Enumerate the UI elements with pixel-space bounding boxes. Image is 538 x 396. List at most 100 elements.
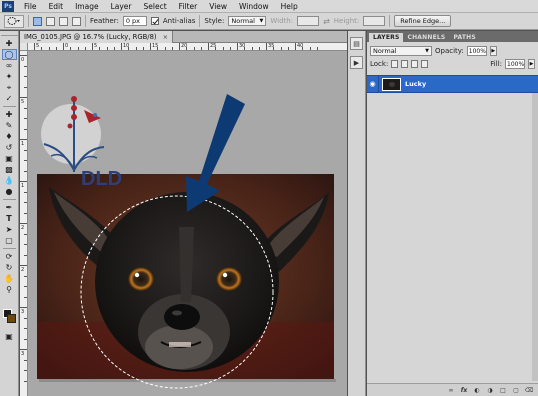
history-panel-icon[interactable]: ▤: [350, 37, 363, 50]
menu-window[interactable]: Window: [233, 2, 275, 11]
tool-preset-picker[interactable]: [4, 14, 24, 28]
ruler-tick: [200, 47, 202, 50]
eye-icon[interactable]: ◉: [367, 75, 379, 93]
clone-stamp-tool-icon[interactable]: ♦: [2, 131, 17, 142]
separator: [2, 199, 16, 200]
new-group-icon[interactable]: □: [498, 386, 508, 395]
tab-paths[interactable]: PATHS: [449, 33, 479, 42]
ruler-tick: [20, 223, 27, 224]
move-tool-icon[interactable]: ✚: [2, 38, 17, 49]
new-layer-icon[interactable]: ▢: [511, 386, 521, 395]
height-input: [363, 16, 386, 26]
collapsed-panel-dock: ▤ ▶: [348, 31, 366, 396]
menu-layer[interactable]: Layer: [105, 2, 138, 11]
menu-select[interactable]: Select: [138, 2, 173, 11]
crop-tool-icon[interactable]: ⌖: [2, 82, 17, 93]
close-icon[interactable]: ×: [163, 33, 168, 41]
opacity-input[interactable]: 100%: [466, 45, 487, 56]
lock-position-icon[interactable]: [411, 59, 419, 68]
zoom-tool-icon[interactable]: ⚲: [2, 284, 17, 295]
history-brush-tool-icon[interactable]: ↺: [2, 142, 17, 153]
antialias-checkbox[interactable]: [150, 17, 159, 25]
ruler-tick: [24, 212, 27, 214]
ruler-tick: [171, 47, 173, 50]
add-to-selection-icon[interactable]: [46, 16, 55, 26]
lock-image-icon[interactable]: [401, 59, 409, 68]
feather-input[interactable]: 0 px: [122, 16, 147, 26]
ruler-tick: [24, 107, 27, 109]
rectangle-tool-icon[interactable]: ▢: [2, 235, 17, 246]
menu-view[interactable]: View: [203, 2, 233, 11]
hand-tool-icon[interactable]: ✋: [2, 273, 17, 284]
healing-brush-tool-icon[interactable]: ✚: [2, 109, 17, 120]
layer-row-lucky[interactable]: ◉ Lucky: [367, 75, 538, 93]
ruler-tick: [157, 47, 159, 50]
actions-panel-icon[interactable]: ▶: [350, 56, 363, 69]
opacity-slider-arrow-icon[interactable]: ▶: [489, 45, 497, 56]
type-tool-icon[interactable]: T: [2, 213, 17, 224]
menu-edit[interactable]: Edit: [43, 2, 70, 11]
layer-thumbnail: [382, 77, 401, 91]
document-tab-title: IMG_0105.JPG @ 16.7% (Lucky, RGB/8): [24, 33, 157, 41]
width-label: Width:: [270, 17, 294, 25]
subtract-from-selection-icon[interactable]: [59, 16, 68, 26]
menu-file[interactable]: File: [18, 2, 43, 11]
ruler-corner[interactable]: [20, 43, 28, 51]
ruler-vertical[interactable]: 0 5 1 1 2 2 3 3: [20, 51, 28, 396]
eyedropper-tool-icon[interactable]: ✓: [2, 93, 17, 104]
intersect-selection-icon[interactable]: [72, 16, 81, 26]
pen-tool-icon[interactable]: ✒: [2, 202, 17, 213]
blur-tool-icon[interactable]: 💧: [2, 175, 17, 186]
blend-mode-select[interactable]: Normal ▼: [370, 45, 432, 56]
menu-help[interactable]: Help: [275, 2, 304, 11]
ruler-tick: [84, 47, 86, 50]
layer-style-icon[interactable]: fx: [459, 386, 469, 395]
ruler-horizontal[interactable]: 5 0 5 10 15 20 25 30 35 40: [28, 43, 347, 51]
adjustment-layer-icon[interactable]: ◑: [485, 386, 495, 395]
layer-mask-icon[interactable]: ◐: [472, 386, 482, 395]
menu-image[interactable]: Image: [69, 2, 105, 11]
brush-tool-icon[interactable]: ✎: [2, 120, 17, 131]
refine-edge-button[interactable]: Refine Edge...: [394, 15, 452, 27]
layers-scrollbar[interactable]: [532, 93, 538, 381]
background-color-swatch[interactable]: [7, 314, 16, 323]
ruler-tick: [135, 47, 137, 50]
menu-filter[interactable]: Filter: [173, 2, 204, 11]
document-tab[interactable]: IMG_0105.JPG @ 16.7% (Lucky, RGB/8) ×: [20, 31, 174, 43]
tab-layers[interactable]: LAYERS: [369, 33, 404, 42]
ruler-tick: [48, 47, 50, 50]
panel-grip[interactable]: [0, 31, 18, 36]
dodge-tool-icon[interactable]: ●: [2, 186, 17, 197]
elliptical-marquee-tool-icon[interactable]: ◯: [1, 49, 17, 60]
separator: [28, 15, 29, 27]
3d-orbit-tool-icon[interactable]: ↻: [2, 262, 17, 273]
style-select[interactable]: Normal ▼: [228, 16, 267, 26]
canvas[interactable]: DLD: [29, 52, 347, 396]
ruler-tick: [287, 47, 289, 50]
ruler-tick: [208, 43, 209, 50]
lock-all-icon[interactable]: [421, 59, 429, 68]
path-selection-tool-icon[interactable]: ➤: [2, 224, 17, 235]
fill-input[interactable]: 100%: [505, 58, 525, 69]
fill-slider-arrow-icon[interactable]: ▶: [528, 58, 535, 69]
quick-selection-tool-icon[interactable]: ✦: [2, 71, 17, 82]
lasso-tool-icon[interactable]: ∞: [2, 60, 17, 71]
ruler-tick: [164, 47, 166, 50]
new-selection-icon[interactable]: [33, 16, 42, 26]
ruler-tick: [24, 118, 27, 119]
gradient-tool-icon[interactable]: ▩: [2, 164, 17, 175]
document-window: IMG_0105.JPG @ 16.7% (Lucky, RGB/8) × 50…: [20, 31, 347, 396]
ruler-label: 5: [36, 43, 40, 49]
ruler-tick: [77, 47, 79, 50]
width-input: [297, 16, 320, 26]
quick-mask-icon[interactable]: ▣: [2, 331, 17, 342]
3d-rotate-tool-icon[interactable]: ⟳: [2, 251, 17, 262]
ruler-tick: [24, 380, 27, 382]
tab-channels[interactable]: CHANNELS: [403, 33, 449, 42]
eraser-tool-icon[interactable]: ▣: [2, 153, 17, 164]
menu-bar: Ps File Edit Image Layer Select Filter V…: [0, 0, 538, 13]
link-layers-icon[interactable]: ∞: [446, 386, 456, 395]
lock-transparent-icon[interactable]: [391, 59, 399, 68]
ruler-tick: [24, 86, 27, 88]
trash-icon[interactable]: ⌫: [524, 386, 534, 395]
